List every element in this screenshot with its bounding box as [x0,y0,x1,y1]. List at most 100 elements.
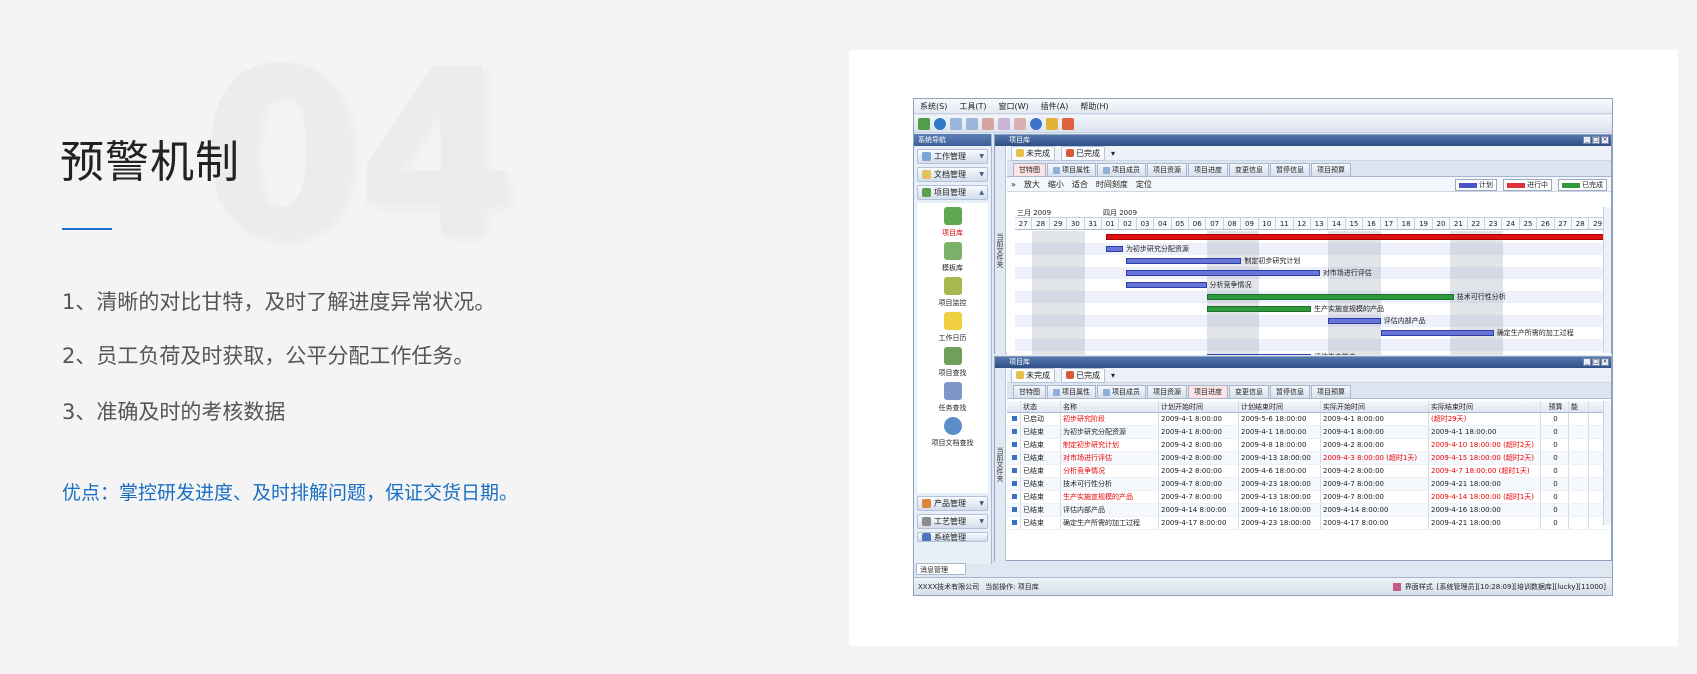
current-folder-tab[interactable]: 当前文件夹 [995,368,1006,561]
tab-progress[interactable]: 项目进度 [1188,163,1228,176]
tab-changes[interactable]: 变更信息 [1229,163,1269,176]
message-tab[interactable]: 消息管理 [916,563,966,575]
gantt-task-bar[interactable] [1206,306,1311,312]
fit-button[interactable]: 适合 [1072,179,1088,190]
tab-pauses[interactable]: 暂停信息 [1270,163,1310,176]
gantt-task-bar[interactable] [1380,330,1494,336]
report-icon[interactable] [982,117,994,130]
skin-selector[interactable]: 界面样式 [1405,582,1433,592]
minimize-icon[interactable]: _ [1583,358,1591,366]
nav-item-project-library[interactable]: 项目库 [942,207,963,238]
filter-incomplete[interactable]: 未完成 [1011,145,1055,161]
nav-item-template-library[interactable]: 模板库 [942,242,963,273]
tab-pauses[interactable]: 暂停信息 [1270,385,1310,398]
tab-gantt[interactable]: 甘特图 [1013,385,1046,398]
locate-button[interactable]: 定位 [1136,179,1152,190]
zoom-out-button[interactable]: 缩小 [1048,179,1064,190]
globe-icon[interactable] [934,117,946,130]
table-row[interactable]: 已结束 对市场进行评估 2009-4-2 8:00:00 2009-4-13 18:0… [1007,452,1611,465]
window-icon[interactable] [950,117,962,130]
column-header[interactable]: 预算 [1541,401,1569,412]
table-row[interactable]: 已结束 分析竞争情况 2009-4-2 8:00:00 2009-4-6 18:00:… [1007,465,1611,478]
column-header[interactable] [1007,401,1021,412]
expand-icon[interactable]: » [1011,180,1016,189]
table-row[interactable]: 已结束 评估内部产品 2009-4-14 8:00:00 2009-4-16 18:0… [1007,504,1611,517]
tab-properties[interactable]: 项目属性 [1047,163,1096,176]
nav-group-work[interactable]: 工作管理 ▼ [917,149,988,164]
chart-icon[interactable] [998,117,1010,130]
gantt-task-bar[interactable] [1105,234,1607,240]
menu-help[interactable]: 帮助(H) [1080,101,1108,112]
section-number: 04 [200,21,516,288]
tab-members[interactable]: 项目成员 [1097,163,1146,176]
close-icon[interactable]: × [1601,136,1609,144]
column-header[interactable]: 名称 [1061,401,1159,412]
table-row[interactable]: 已结束 为初步研究分配资源 2009-4-1 8:00:00 2009-4-1 18:… [1007,426,1611,439]
minimize-icon[interactable]: _ [1583,136,1591,144]
zoom-in-button[interactable]: 放大 [1024,179,1040,190]
new-icon[interactable] [918,117,930,130]
nav-item-task-search[interactable]: 任务查找 [939,382,967,413]
help-icon[interactable] [1030,117,1042,130]
close-icon[interactable]: × [1601,358,1609,366]
tab-progress[interactable]: 项目进度 [1188,385,1228,398]
exit-icon[interactable] [1062,117,1074,130]
tab-members[interactable]: 项目成员 [1097,385,1146,398]
column-header[interactable]: 计划结束时间 [1239,401,1321,412]
nav-item-doc-search[interactable]: 项目文档查找 [932,417,974,448]
nav-group-process[interactable]: 工艺管理 ▼ [917,514,988,529]
tab-properties[interactable]: 项目属性 [1047,385,1096,398]
filter-complete[interactable]: 已完成 [1061,145,1105,161]
vertical-scrollbar[interactable] [1603,401,1611,525]
table-cell: 2009-4-2 8:00:00 [1159,465,1239,477]
column-header[interactable]: 计划开始时间 [1159,401,1239,412]
nav-group-system[interactable]: 系统管理 [917,532,988,542]
export-icon[interactable] [1014,117,1026,130]
gantt-task-bar[interactable] [1206,294,1454,300]
tab-resources[interactable]: 项目资源 [1147,385,1187,398]
column-header[interactable]: 实际结束时间 [1429,401,1541,412]
dropdown-icon[interactable]: ▾ [1111,371,1115,380]
nav-group-projects[interactable]: 项目管理 ▲ [917,185,988,200]
tile-icon[interactable] [966,117,978,130]
nav-item-project-search[interactable]: 项目查找 [939,347,967,378]
gantt-chart[interactable]: 三月 2009 四月 2009 27 28 29 30 31 01 02 03 04 05 06 07… [1007,207,1611,355]
nav-group-docs[interactable]: 文档管理 ▼ [917,167,988,182]
gantt-task-bar[interactable] [1126,270,1320,276]
gantt-task-bar[interactable] [1206,354,1311,355]
table-row[interactable]: 已结束 技术可行性分析 2009-4-7 8:00:00 2009-4-23 18:0… [1007,478,1611,491]
nav-group-products[interactable]: 产品管理 ▼ [917,496,988,511]
table-row[interactable]: 已启动 初步研究阶段 2009-4-1 8:00:00 2009-5-6 18:00:… [1007,413,1611,426]
menu-system[interactable]: 系统(S) [920,101,947,112]
tab-resources[interactable]: 项目资源 [1147,163,1187,176]
time-scale-button[interactable]: 时间刻度 [1096,179,1128,190]
menu-plugins[interactable]: 插件(A) [1041,101,1069,112]
column-header[interactable]: 能 [1569,401,1589,412]
nav-item-project-monitor[interactable]: 项目监控 [939,277,967,308]
dropdown-icon[interactable]: ▾ [1111,149,1115,158]
gantt-task-bar[interactable] [1328,318,1381,324]
menu-window[interactable]: 窗口(W) [998,101,1028,112]
gantt-task-bar[interactable] [1126,282,1207,288]
table-row[interactable]: 已结束 生产实施宣规模的产品 2009-4-7 8:00:00 2009-4-13 1… [1007,491,1611,504]
vertical-scrollbar[interactable] [1603,207,1611,353]
menu-tools[interactable]: 工具(T) [959,101,986,112]
table-cell: (超时29天) [1429,413,1541,425]
tab-gantt[interactable]: 甘特图 [1013,163,1046,176]
tab-changes[interactable]: 变更信息 [1229,385,1269,398]
gantt-task-bar[interactable] [1126,258,1242,264]
tab-budget[interactable]: 项目预算 [1311,385,1351,398]
tab-budget[interactable]: 项目预算 [1311,163,1351,176]
current-folder-tab[interactable]: 当前文件夹 [995,146,1006,354]
maximize-icon[interactable]: □ [1592,358,1600,366]
filter-incomplete[interactable]: 未完成 [1011,367,1055,383]
table-row[interactable]: 已结束 制定初步研究计划 2009-4-2 8:00:00 2009-4-8 18:0… [1007,439,1611,452]
column-header[interactable]: 状态 [1021,401,1061,412]
column-header[interactable]: 实际开始时间 [1321,401,1429,412]
lock-icon[interactable] [1046,117,1058,130]
gantt-task-bar[interactable] [1105,246,1123,252]
maximize-icon[interactable]: □ [1592,136,1600,144]
nav-item-work-calendar[interactable]: 工作日历 [939,312,967,343]
table-row[interactable]: 已结束 确定生产所需的加工过程 2009-4-17 8:00:00 2009-4-23… [1007,517,1611,530]
filter-complete[interactable]: 已完成 [1061,367,1105,383]
